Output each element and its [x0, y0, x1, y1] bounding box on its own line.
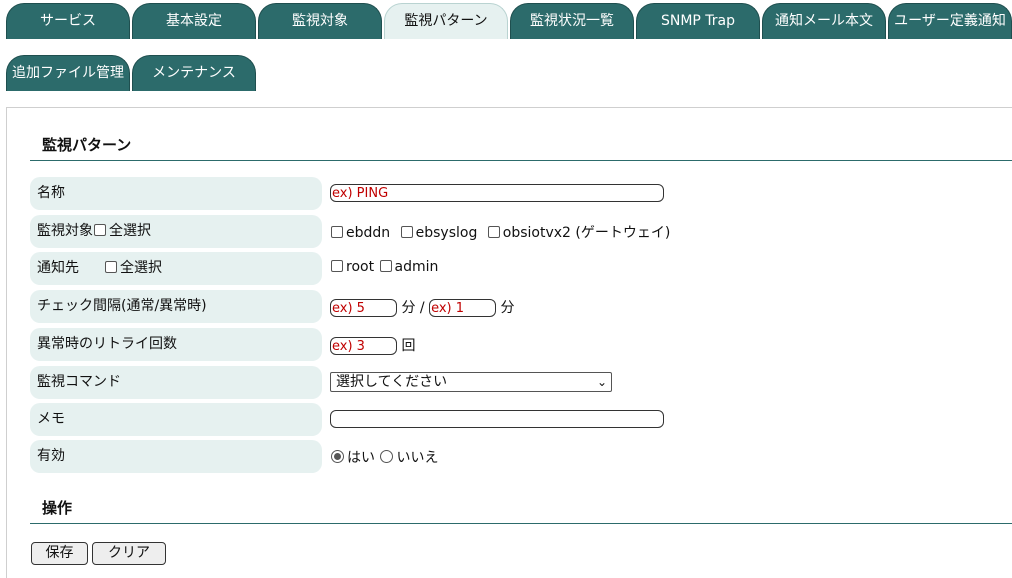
- target-ebddn-checkbox[interactable]: [331, 226, 343, 238]
- enabled-field: はい いいえ: [330, 447, 438, 467]
- target-option-label: ebsyslog: [415, 225, 478, 241]
- command-select[interactable]: 選択してください ⌄: [330, 372, 612, 392]
- label-interval: チェック間隔(通常/異常時): [30, 290, 322, 323]
- tab-snmp-trap[interactable]: SNMP Trap: [636, 3, 760, 39]
- interval-separator: /: [419, 300, 425, 316]
- interval-normal-input[interactable]: [330, 299, 397, 317]
- interval-unit: 分: [500, 300, 515, 316]
- enabled-yes-label: はい: [347, 450, 375, 466]
- tab-monitor-patterns[interactable]: 監視パターン: [384, 3, 508, 39]
- target-ebsyslog-checkbox[interactable]: [400, 226, 413, 238]
- retry-field: 回: [330, 335, 415, 355]
- target-option-label: ebddn: [346, 225, 391, 241]
- label-targets-text: 監視対象: [37, 223, 93, 239]
- name-field-wrap: [330, 184, 664, 202]
- tab-user-defined-notify[interactable]: ユーザー定義通知: [888, 3, 1012, 39]
- notify-field: root admin: [330, 259, 438, 275]
- section-divider: [30, 160, 1012, 161]
- interval-field: 分 / 分: [330, 297, 515, 317]
- tab-basic-settings[interactable]: 基本設定: [132, 3, 256, 39]
- notify-option-label: root: [346, 259, 375, 275]
- tab-bar: サービス 基本設定 監視対象 監視パターン 監視状況一覧 SNMP Trap 通…: [0, 0, 1012, 91]
- notify-select-all-label: 全選択: [120, 260, 162, 276]
- chevron-down-icon: ⌄: [596, 375, 607, 389]
- target-obsiotvx2-checkbox[interactable]: [487, 226, 500, 238]
- enabled-yes-radio[interactable]: [331, 450, 344, 463]
- label-name: 名称: [30, 177, 322, 210]
- label-command: 監視コマンド: [30, 366, 322, 399]
- section-divider: [30, 523, 1012, 524]
- command-select-value: 選択してください: [336, 374, 448, 390]
- notify-root-checkbox[interactable]: [331, 260, 343, 272]
- tab-service[interactable]: サービス: [6, 3, 130, 39]
- section-title-pattern: 監視パターン: [42, 136, 132, 154]
- name-input[interactable]: [330, 184, 664, 202]
- label-notify-text: 通知先: [37, 260, 79, 276]
- tab-monitor-targets[interactable]: 監視対象: [258, 3, 382, 39]
- tab-monitor-status[interactable]: 監視状況一覧: [510, 3, 634, 39]
- target-option-label: obsiotvx2 (ゲートウェイ): [502, 225, 671, 241]
- label-enabled: 有効: [30, 440, 322, 473]
- notify-option-label: admin: [394, 259, 439, 275]
- section-title-operations: 操作: [42, 499, 73, 517]
- save-button[interactable]: 保存: [31, 542, 88, 565]
- targets-field: ebddn ebsyslog obsiotvx2 (ゲートウェイ): [330, 222, 670, 242]
- notify-admin-checkbox[interactable]: [379, 260, 392, 272]
- targets-select-all-checkbox[interactable]: [94, 224, 106, 236]
- label-retry: 異常時のリトライ回数: [30, 328, 322, 361]
- clear-button[interactable]: クリア: [92, 542, 166, 565]
- label-notify: 通知先 全選択: [30, 252, 322, 285]
- memo-input[interactable]: [330, 410, 664, 428]
- interval-abnormal-input[interactable]: [429, 299, 497, 317]
- label-memo: メモ: [30, 403, 322, 436]
- tab-additional-files[interactable]: 追加ファイル管理: [6, 55, 130, 91]
- retry-count-input[interactable]: [330, 337, 397, 355]
- interval-unit: 分: [401, 300, 416, 316]
- notify-select-all-checkbox[interactable]: [105, 261, 117, 273]
- tab-notify-mail-body[interactable]: 通知メール本文: [762, 3, 886, 39]
- memo-field-wrap: [330, 410, 664, 428]
- tab-maintenance[interactable]: メンテナンス: [132, 55, 256, 91]
- targets-select-all-label: 全選択: [109, 223, 151, 239]
- label-targets: 監視対象 全選択: [30, 215, 322, 248]
- retry-unit: 回: [401, 338, 416, 354]
- command-field: 選択してください ⌄: [330, 372, 612, 392]
- enabled-no-label: いいえ: [396, 450, 439, 466]
- enabled-no-radio[interactable]: [380, 450, 394, 463]
